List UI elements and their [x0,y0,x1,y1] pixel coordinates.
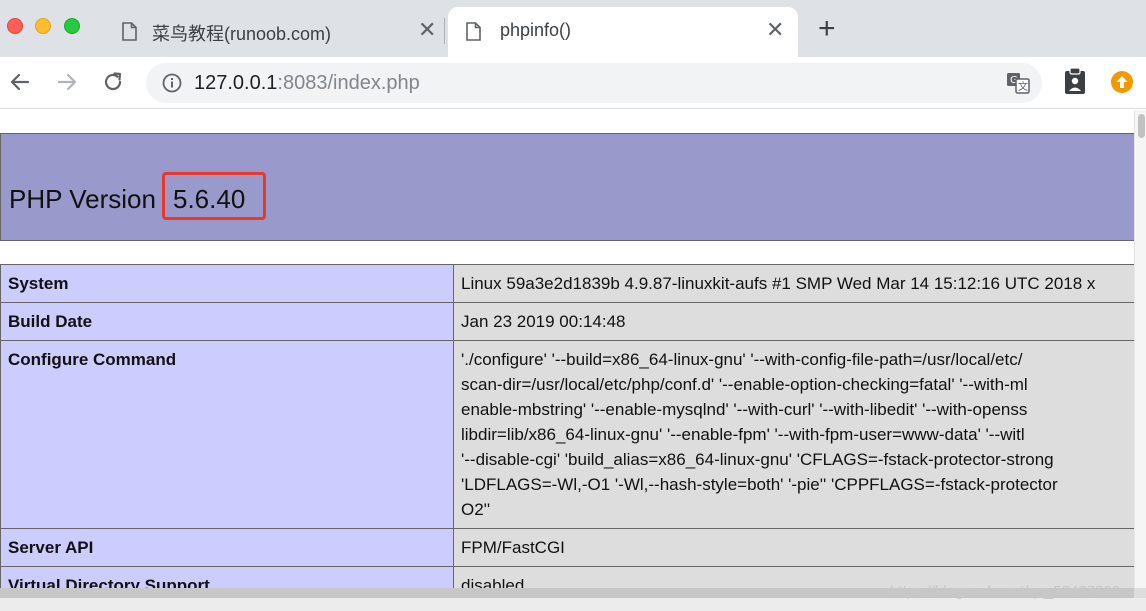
tab-strip: 菜鸟教程(runoob.com) ✕ phpinfo() ✕ + [0,0,1146,57]
row-key: Server API [0,528,454,567]
update-icon[interactable] [1110,70,1134,94]
svg-text:文: 文 [1018,80,1028,93]
url-text[interactable]: 127.0.0.1:8083/index.php [194,72,420,95]
watermark-text: https://blog.csdn.net/qq_58437833 [890,583,1121,600]
configure-line: scan-dir=/usr/local/etc/php/conf.d' '--e… [461,375,1028,394]
table-row: Configure Command './configure' '--build… [0,340,1146,529]
new-tab-button[interactable]: + [818,14,836,44]
page-viewport[interactable]: PHP Version 5.6.40 System Linux 59a3e2d1… [0,110,1146,611]
minimize-window-button[interactable] [35,18,51,34]
tab-title: 菜鸟教程(runoob.com) [152,24,332,44]
tab-title: phpinfo() [500,20,572,40]
reload-icon [104,72,122,91]
close-tab-icon[interactable]: ✕ [766,19,784,41]
configure-line: enable-mbstring' '--enable-mysqlnd' '--w… [461,400,1028,419]
close-window-button[interactable] [7,18,23,34]
url-host: 127.0.0.1 [194,72,278,94]
scrollbar-thumb[interactable] [1138,114,1145,138]
back-button[interactable] [5,66,35,98]
row-value: FPM/FastCGI [453,528,1146,567]
tab-runoob[interactable]: 菜鸟教程(runoob.com) ✕ [104,7,444,57]
php-version-header: PHP Version 5.6.40 [0,133,1140,241]
translate-icon[interactable]: G 文 [1006,72,1030,94]
configure-line: './configure' '--build=x86_64-linux-gnu'… [461,350,1023,369]
configure-line: O2'' [461,500,491,519]
clipboard-icon[interactable] [1064,67,1086,95]
table-row: Server API FPM/FastCGI [0,528,1146,567]
table-row: Build Date Jan 23 2019 00:14:48 [0,302,1146,341]
configure-line: libdir=lib/x86_64-linux-gnu' '--enable-f… [461,425,1025,444]
url-path: :8083/index.php [277,72,420,94]
tab-phpinfo[interactable]: phpinfo() ✕ [448,7,798,57]
phpinfo-table: System Linux 59a3e2d1839b 4.9.87-linuxki… [0,264,1146,605]
configure-line: 'LDFLAGS=-Wl,-O1 '-Wl,--hash-style=both'… [461,475,1058,494]
tab-divider [444,18,445,44]
reload-button[interactable] [98,66,128,98]
maximize-window-button[interactable] [64,18,80,34]
row-value: './configure' '--build=x86_64-linux-gnu'… [453,340,1146,529]
row-key: System [0,264,454,303]
info-icon[interactable] [162,73,182,93]
document-icon [466,22,481,41]
close-tab-icon[interactable]: ✕ [418,19,436,41]
arrow-right-icon [57,73,77,91]
vertical-scrollbar[interactable] [1134,110,1146,588]
forward-button[interactable] [52,66,82,98]
configure-line: '--disable-cgi' 'build_alias=x86_64-linu… [461,450,1054,469]
version-highlight-box [162,172,266,220]
browser-toolbar: 127.0.0.1:8083/index.php G 文 [0,57,1146,109]
document-icon [122,22,137,41]
php-version-label: PHP Version [9,184,156,214]
row-key: Build Date [0,302,454,341]
row-key: Configure Command [0,340,454,529]
row-value: Linux 59a3e2d1839b 4.9.87-linuxkit-aufs … [453,264,1146,303]
row-value: Jan 23 2019 00:14:48 [453,302,1146,341]
address-bar[interactable]: 127.0.0.1:8083/index.php G 文 [146,63,1042,103]
arrow-left-icon [10,73,30,91]
table-row: System Linux 59a3e2d1839b 4.9.87-linuxki… [0,264,1146,303]
